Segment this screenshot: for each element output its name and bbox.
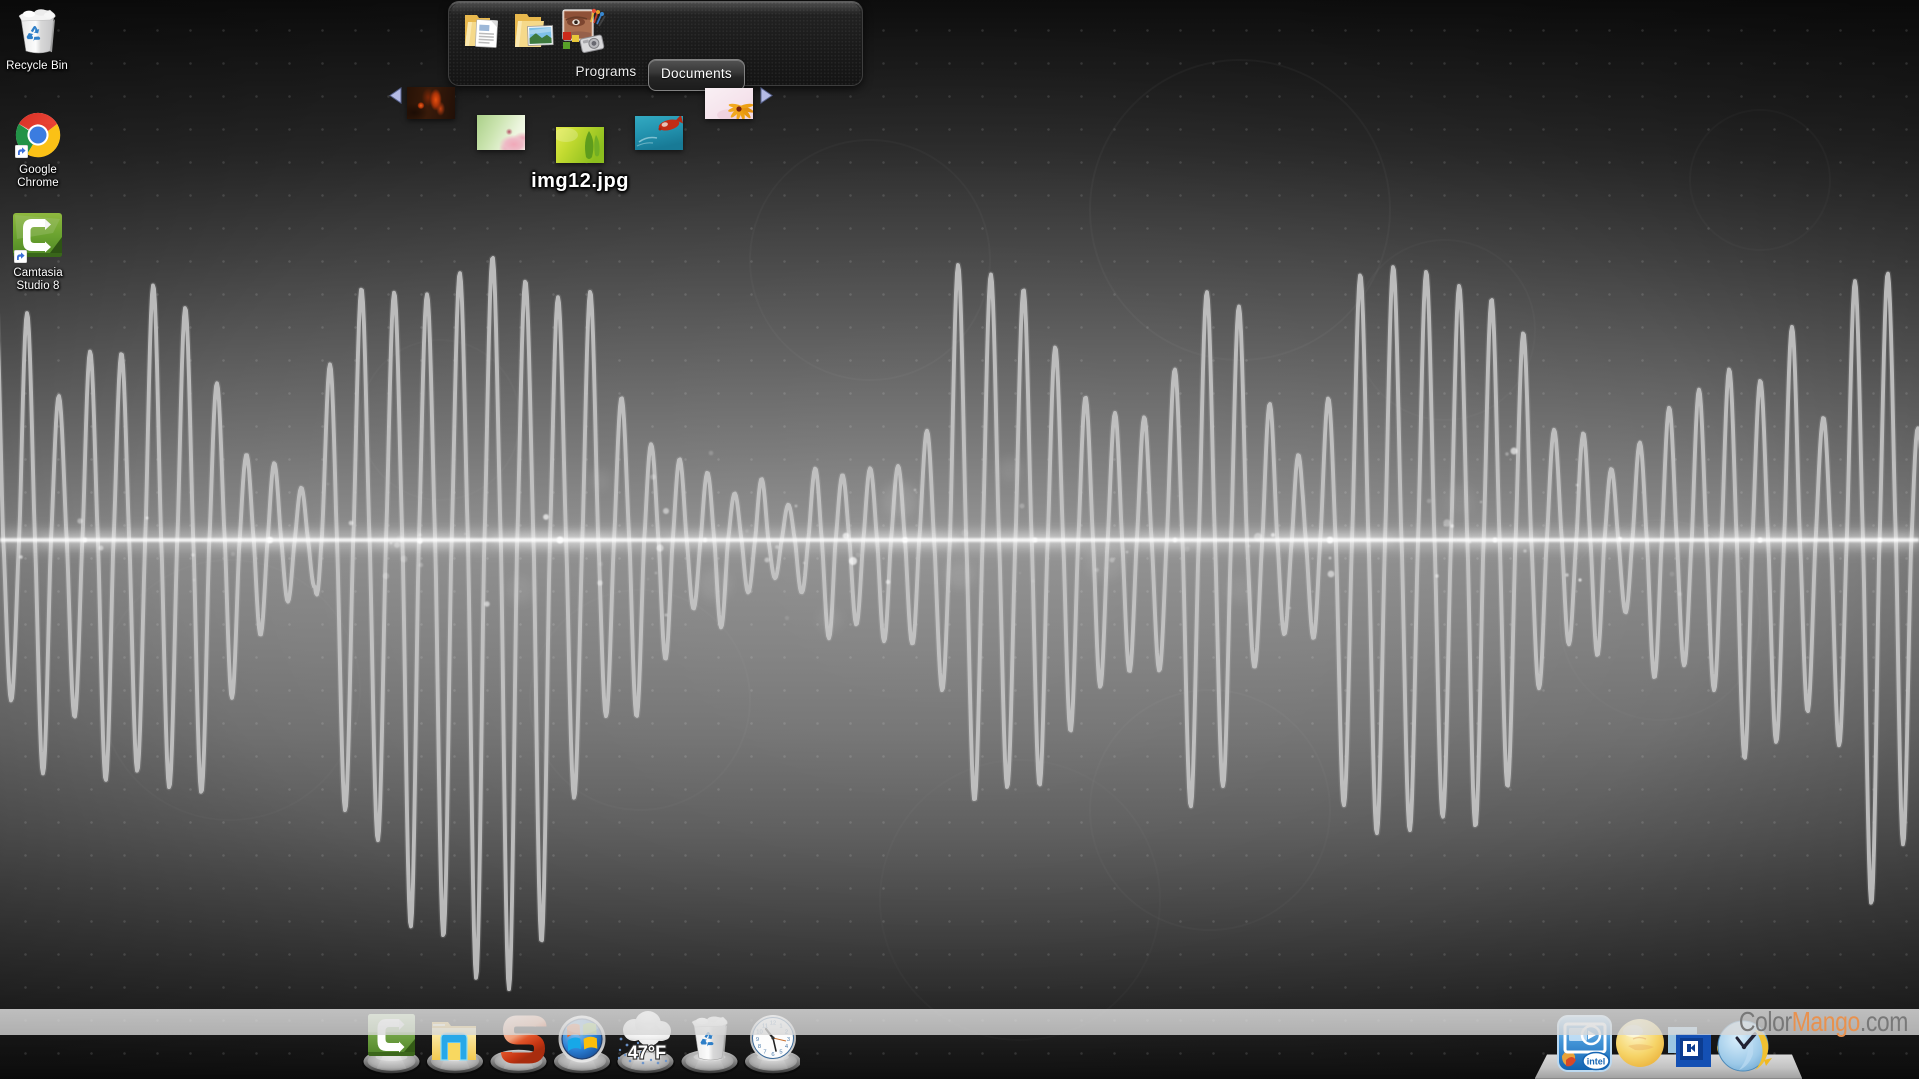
svg-text:47°F: 47°F [628, 1043, 666, 1063]
svg-text:5: 5 [779, 1050, 782, 1056]
svg-text:intel: intel [1587, 1057, 1606, 1067]
svg-text:8: 8 [758, 1044, 761, 1050]
svg-text:9: 9 [756, 1037, 759, 1043]
svg-text:6: 6 [771, 1052, 774, 1058]
svg-text:3: 3 [787, 1037, 790, 1043]
svg-text:7: 7 [763, 1050, 766, 1056]
